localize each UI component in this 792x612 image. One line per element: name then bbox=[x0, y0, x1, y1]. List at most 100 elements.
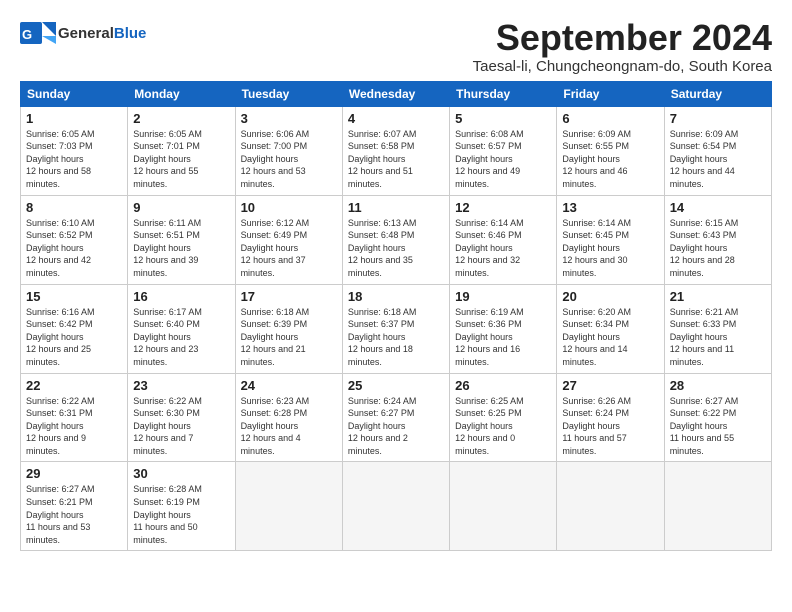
day-number: 29 bbox=[26, 466, 122, 481]
table-row: 21 Sunrise: 6:21 AMSunset: 6:33 PMDayligh… bbox=[664, 284, 771, 373]
table-row bbox=[450, 462, 557, 551]
title-block: September 2024 Taesal-li, Chungcheongnam… bbox=[473, 18, 772, 75]
day-info: Sunrise: 6:18 AMSunset: 6:39 PMDaylight … bbox=[241, 306, 337, 369]
table-row bbox=[664, 462, 771, 551]
table-row: 2 Sunrise: 6:05 AMSunset: 7:01 PMDaylight… bbox=[128, 106, 235, 195]
logo-icon: G bbox=[20, 18, 56, 48]
calendar-row: 1Sunrise: 6:05 AMSunset: 7:03 PMDaylight… bbox=[21, 106, 772, 195]
day-number: 25 bbox=[348, 378, 444, 393]
table-row: 13 Sunrise: 6:14 AMSunset: 6:45 PMDayligh… bbox=[557, 195, 664, 284]
month-title: September 2024 bbox=[473, 18, 772, 58]
table-row: 7 Sunrise: 6:09 AMSunset: 6:54 PMDaylight… bbox=[664, 106, 771, 195]
day-number: 3 bbox=[241, 111, 337, 126]
table-row: 30 Sunrise: 6:28 AMSunset: 6:19 PMDayligh… bbox=[128, 462, 235, 551]
day-number: 22 bbox=[26, 378, 122, 393]
day-number: 8 bbox=[26, 200, 122, 215]
table-row: 5Sunrise: 6:08 AMSunset: 6:57 PMDaylight… bbox=[450, 106, 557, 195]
calendar-header-row: Sunday Monday Tuesday Wednesday Thursday… bbox=[21, 81, 772, 106]
col-monday: Monday bbox=[128, 81, 235, 106]
day-number: 2 bbox=[133, 111, 229, 126]
day-number: 9 bbox=[133, 200, 229, 215]
header: G GeneralBlue September 2024 Taesal-li, … bbox=[20, 18, 772, 75]
day-number: 16 bbox=[133, 289, 229, 304]
day-number: 24 bbox=[241, 378, 337, 393]
table-row: 3 Sunrise: 6:06 AMSunset: 7:00 PMDaylight… bbox=[235, 106, 342, 195]
day-info: Sunrise: 6:15 AMSunset: 6:43 PMDaylight … bbox=[670, 217, 766, 280]
table-row bbox=[235, 462, 342, 551]
day-info: Sunrise: 6:09 AMSunset: 6:54 PMDaylight … bbox=[670, 128, 766, 191]
col-sunday: Sunday bbox=[21, 81, 128, 106]
col-thursday: Thursday bbox=[450, 81, 557, 106]
col-friday: Friday bbox=[557, 81, 664, 106]
day-number: 4 bbox=[348, 111, 444, 126]
day-info: Sunrise: 6:05 AMSunset: 7:01 PMDaylight … bbox=[133, 128, 229, 191]
day-info: Sunrise: 6:12 AMSunset: 6:49 PMDaylight … bbox=[241, 217, 337, 280]
table-row: 6 Sunrise: 6:09 AMSunset: 6:55 PMDaylight… bbox=[557, 106, 664, 195]
calendar-row: 29 Sunrise: 6:27 AMSunset: 6:21 PMDayligh… bbox=[21, 462, 772, 551]
day-number: 27 bbox=[562, 378, 658, 393]
day-info: Sunrise: 6:09 AMSunset: 6:55 PMDaylight … bbox=[562, 128, 658, 191]
calendar-row: 8Sunrise: 6:10 AMSunset: 6:52 PMDaylight… bbox=[21, 195, 772, 284]
day-number: 1 bbox=[26, 111, 122, 126]
day-number: 21 bbox=[670, 289, 766, 304]
day-info: Sunrise: 6:21 AMSunset: 6:33 PMDaylight … bbox=[670, 306, 766, 369]
table-row: 4 Sunrise: 6:07 AMSunset: 6:58 PMDaylight… bbox=[342, 106, 449, 195]
day-number: 30 bbox=[133, 466, 229, 481]
day-info: Sunrise: 6:20 AMSunset: 6:34 PMDaylight … bbox=[562, 306, 658, 369]
table-row: 9 Sunrise: 6:11 AMSunset: 6:51 PMDaylight… bbox=[128, 195, 235, 284]
day-number: 15 bbox=[26, 289, 122, 304]
logo-blue: Blue bbox=[114, 25, 147, 42]
day-info: Sunrise: 6:07 AMSunset: 6:58 PMDaylight … bbox=[348, 128, 444, 191]
day-info: Sunrise: 6:14 AMSunset: 6:46 PMDaylight … bbox=[455, 217, 551, 280]
day-info: Sunrise: 6:23 AMSunset: 6:28 PMDaylight … bbox=[241, 395, 337, 458]
calendar-row: 15 Sunrise: 6:16 AMSunset: 6:42 PMDayligh… bbox=[21, 284, 772, 373]
day-info: Sunrise: 6:13 AMSunset: 6:48 PMDaylight … bbox=[348, 217, 444, 280]
table-row: 19 Sunrise: 6:19 AMSunset: 6:36 PMDayligh… bbox=[450, 284, 557, 373]
day-number: 23 bbox=[133, 378, 229, 393]
col-tuesday: Tuesday bbox=[235, 81, 342, 106]
day-info: Sunrise: 6:25 AMSunset: 6:25 PMDaylight … bbox=[455, 395, 551, 458]
table-row: 24 Sunrise: 6:23 AMSunset: 6:28 PMDayligh… bbox=[235, 373, 342, 462]
day-info: Sunrise: 6:22 AMSunset: 6:31 PMDaylight … bbox=[26, 395, 122, 458]
day-number: 7 bbox=[670, 111, 766, 126]
col-saturday: Saturday bbox=[664, 81, 771, 106]
table-row: 18Sunrise: 6:18 AMSunset: 6:37 PMDayligh… bbox=[342, 284, 449, 373]
calendar: Sunday Monday Tuesday Wednesday Thursday… bbox=[20, 81, 772, 552]
day-info: Sunrise: 6:28 AMSunset: 6:19 PMDaylight … bbox=[133, 483, 229, 546]
table-row: 28 Sunrise: 6:27 AMSunset: 6:22 PMDayligh… bbox=[664, 373, 771, 462]
table-row: 17 Sunrise: 6:18 AMSunset: 6:39 PMDayligh… bbox=[235, 284, 342, 373]
table-row: 27 Sunrise: 6:26 AMSunset: 6:24 PMDayligh… bbox=[557, 373, 664, 462]
day-info: Sunrise: 6:16 AMSunset: 6:42 PMDaylight … bbox=[26, 306, 122, 369]
day-number: 19 bbox=[455, 289, 551, 304]
day-number: 14 bbox=[670, 200, 766, 215]
subtitle: Taesal-li, Chungcheongnam-do, South Kore… bbox=[473, 58, 772, 75]
table-row: 11Sunrise: 6:13 AMSunset: 6:48 PMDayligh… bbox=[342, 195, 449, 284]
table-row: 10Sunrise: 6:12 AMSunset: 6:49 PMDayligh… bbox=[235, 195, 342, 284]
table-row bbox=[342, 462, 449, 551]
day-info: Sunrise: 6:24 AMSunset: 6:27 PMDaylight … bbox=[348, 395, 444, 458]
day-info: Sunrise: 6:06 AMSunset: 7:00 PMDaylight … bbox=[241, 128, 337, 191]
table-row: 23 Sunrise: 6:22 AMSunset: 6:30 PMDayligh… bbox=[128, 373, 235, 462]
day-number: 26 bbox=[455, 378, 551, 393]
day-number: 13 bbox=[562, 200, 658, 215]
day-info: Sunrise: 6:19 AMSunset: 6:36 PMDaylight … bbox=[455, 306, 551, 369]
day-info: Sunrise: 6:22 AMSunset: 6:30 PMDaylight … bbox=[133, 395, 229, 458]
day-number: 12 bbox=[455, 200, 551, 215]
day-info: Sunrise: 6:27 AMSunset: 6:21 PMDaylight … bbox=[26, 483, 122, 546]
day-number: 28 bbox=[670, 378, 766, 393]
table-row: 29 Sunrise: 6:27 AMSunset: 6:21 PMDayligh… bbox=[21, 462, 128, 551]
day-info: Sunrise: 6:27 AMSunset: 6:22 PMDaylight … bbox=[670, 395, 766, 458]
day-info: Sunrise: 6:14 AMSunset: 6:45 PMDaylight … bbox=[562, 217, 658, 280]
table-row: 15 Sunrise: 6:16 AMSunset: 6:42 PMDayligh… bbox=[21, 284, 128, 373]
day-info: Sunrise: 6:11 AMSunset: 6:51 PMDaylight … bbox=[133, 217, 229, 280]
table-row: 25 Sunrise: 6:24 AMSunset: 6:27 PMDayligh… bbox=[342, 373, 449, 462]
table-row: 16 Sunrise: 6:17 AMSunset: 6:40 PMDayligh… bbox=[128, 284, 235, 373]
day-number: 18 bbox=[348, 289, 444, 304]
table-row: 14 Sunrise: 6:15 AMSunset: 6:43 PMDayligh… bbox=[664, 195, 771, 284]
day-number: 17 bbox=[241, 289, 337, 304]
day-info: Sunrise: 6:26 AMSunset: 6:24 PMDaylight … bbox=[562, 395, 658, 458]
day-info: Sunrise: 6:08 AMSunset: 6:57 PMDaylight … bbox=[455, 128, 551, 191]
day-number: 6 bbox=[562, 111, 658, 126]
day-info: Sunrise: 6:17 AMSunset: 6:40 PMDaylight … bbox=[133, 306, 229, 369]
table-row: 1Sunrise: 6:05 AMSunset: 7:03 PMDaylight… bbox=[21, 106, 128, 195]
